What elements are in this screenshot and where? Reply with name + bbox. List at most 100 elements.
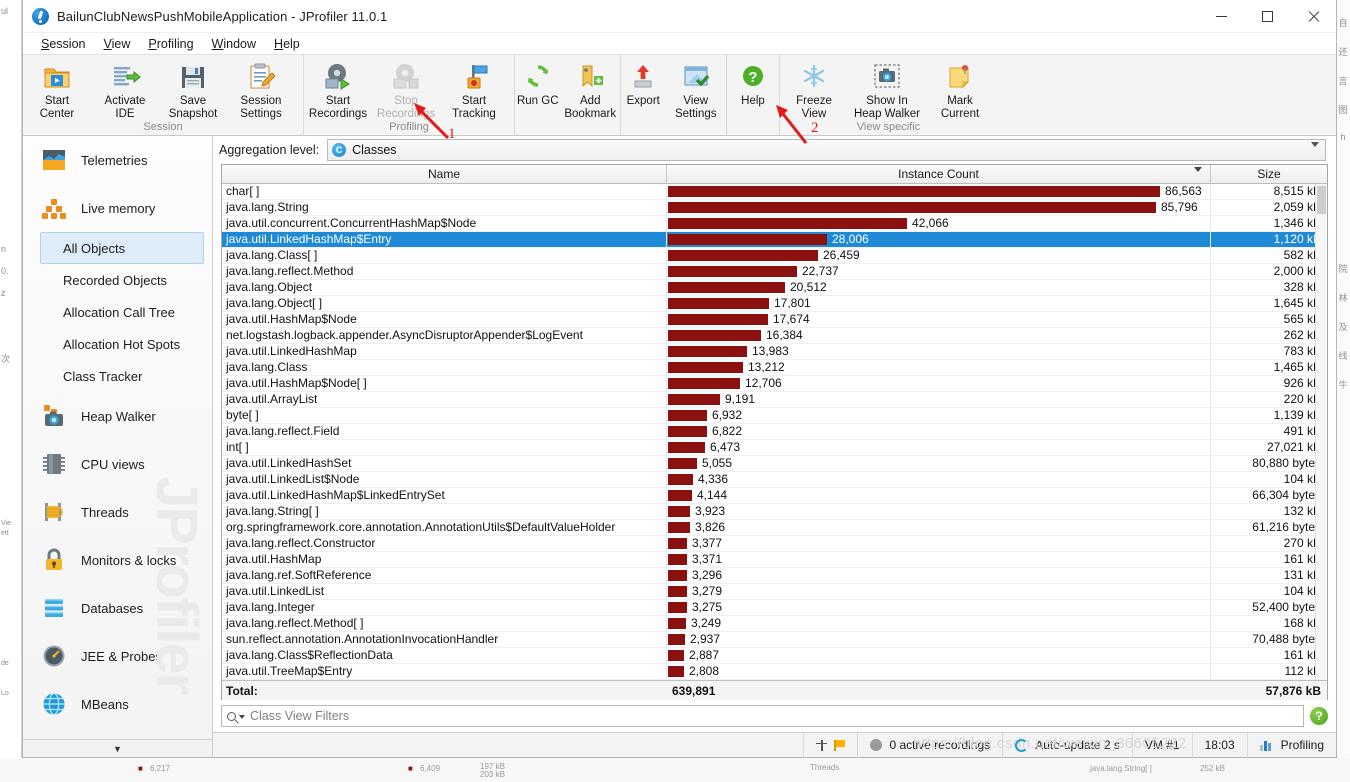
table-row[interactable]: java.util.ArrayList 9,191 220 kB (222, 392, 1327, 408)
scrollbar-thumb[interactable] (1317, 186, 1326, 214)
cell-size: 783 kB (1283, 344, 1321, 358)
table-row[interactable]: java.lang.Class 13,212 1,465 kB (222, 360, 1327, 376)
instance-count-value: 12,706 (745, 376, 782, 390)
close-button[interactable] (1290, 0, 1336, 33)
table-body[interactable]: char[ ] 86,563 8,515 kB java.lang.String 85,… (222, 184, 1327, 680)
table-row[interactable]: java.lang.Object[ ] 17,801 1,645 kB (222, 296, 1327, 312)
table-vertical-scrollbar[interactable] (1315, 184, 1327, 680)
save-snapshot-label-2: Snapshot (168, 107, 218, 120)
minimize-button[interactable] (1198, 0, 1244, 33)
sidebar-item-label: Allocation Hot Spots (63, 336, 181, 352)
table-row[interactable]: java.lang.String 85,796 2,059 kB (222, 200, 1327, 216)
table-row[interactable]: net.logstash.logback.appender.AsyncDisru… (222, 328, 1327, 344)
table-row[interactable]: java.util.LinkedHashMap 13,983 783 kB (222, 344, 1327, 360)
sidebar-item-mbeans[interactable]: MBeans (23, 680, 212, 728)
table-row[interactable]: java.util.LinkedHashMap$Entry 28,006 1,120… (222, 232, 1327, 248)
table-row[interactable]: java.util.concurrent.ConcurrentHashMap$N… (222, 216, 1327, 232)
instance-count-bar (668, 458, 697, 469)
stop-recordings-label-1: Stop (394, 95, 418, 107)
export-button[interactable]: Export (621, 55, 665, 135)
table-row[interactable]: java.lang.Class[ ] 26,459 582 kB (222, 248, 1327, 264)
table-row[interactable]: java.util.HashMap$Node[ ] 12,706 926 kB (222, 376, 1327, 392)
table-row[interactable]: java.lang.reflect.Method[ ] 3,249 168 kB (222, 616, 1327, 632)
status-auto-update[interactable]: Auto-update 2 s (1002, 732, 1132, 758)
table-row[interactable]: char[ ] 86,563 8,515 kB (222, 184, 1327, 200)
sidebar-item-databases[interactable]: Databases (23, 584, 212, 632)
instance-count-bar (668, 410, 707, 421)
instance-count-value: 6,932 (712, 408, 743, 422)
table-row[interactable]: sun.reflect.annotation.AnnotationInvocat… (222, 632, 1327, 648)
table-row[interactable]: java.lang.Class$ReflectionData 2,887 161 k… (222, 648, 1327, 664)
sidebar-item-allocation-call-tree[interactable]: Allocation Call Tree (23, 296, 212, 328)
cell-class-name: java.lang.Class$ReflectionData (222, 648, 667, 663)
aggregation-level-value: Classes (352, 143, 397, 157)
cell-size: 582 kB (1283, 248, 1321, 262)
sidebar-item-allocation-hot-spots[interactable]: Allocation Hot Spots (23, 328, 212, 360)
menu-item-profiling[interactable]: Profiling (140, 35, 201, 53)
instance-count-bar (668, 650, 684, 661)
sidebar-item-recorded-objects[interactable]: Recorded Objects (23, 264, 212, 296)
aggregation-level-select[interactable]: C Classes (327, 139, 1326, 161)
sidebar-scroll-down-button[interactable]: ▼ (23, 739, 212, 757)
table-row[interactable]: java.util.HashMap$Node 17,674 565 kB (222, 312, 1327, 328)
instance-count-value: 28,006 (832, 232, 869, 246)
chevron-down-icon[interactable] (239, 715, 245, 719)
instance-count-bar (668, 522, 690, 533)
sidebar-item-heap-walker[interactable]: Heap Walker (23, 392, 212, 440)
sidebar-item-class-tracker[interactable]: Class Tracker (23, 360, 212, 392)
table-row[interactable]: java.lang.ref.SoftReference 3,296 131 kB (222, 568, 1327, 584)
menu-item-help[interactable]: Help (266, 35, 308, 53)
sidebar-item-live-memory[interactable]: Live memory (23, 184, 212, 232)
table-row[interactable]: java.util.HashMap 3,371 161 kB (222, 552, 1327, 568)
search-icon (227, 711, 236, 721)
table-row[interactable]: int[ ] 6,473 27,021 kB (222, 440, 1327, 456)
status-bar: https://blog.csdn.net/weixin_36605222 0 … (213, 732, 1336, 758)
view-settings-button[interactable]: View Settings (665, 55, 726, 135)
cell-instance-count: 17,674 (667, 312, 1211, 327)
flag-icon[interactable] (834, 739, 846, 751)
sidebar-item-telemetries[interactable]: Telemetries (23, 136, 212, 184)
column-header-name[interactable]: Name (222, 165, 667, 184)
run-gc-label: Run GC (516, 95, 559, 107)
filter-help-button[interactable]: ? (1310, 707, 1328, 725)
sidebar-item-cpu-views[interactable]: CPU views (23, 440, 212, 488)
cell-instance-count: 86,563 (667, 184, 1211, 199)
instance-count-value: 9,191 (725, 392, 756, 406)
help-button[interactable]: ? Help (727, 55, 779, 135)
table-row[interactable]: java.util.LinkedHashMap$LinkedEntrySet 4,… (222, 488, 1327, 504)
status-active-recordings[interactable]: 0 active recordings (857, 732, 1002, 758)
table-row[interactable]: java.lang.Object 20,512 328 kB (222, 280, 1327, 296)
maximize-button[interactable] (1244, 0, 1290, 33)
cell-class-name: java.lang.reflect.Constructor (222, 536, 667, 551)
add-bookmark-button[interactable]: Add Bookmark (561, 55, 621, 135)
table-row[interactable]: java.util.LinkedHashSet 5,055 80,880 bytes (222, 456, 1327, 472)
table-row[interactable]: java.lang.reflect.Field 6,822 491 kB (222, 424, 1327, 440)
table-row[interactable]: java.util.TreeMap$Entry 2,808 112 kB (222, 664, 1327, 680)
sidebar-item-monitors-locks[interactable]: Monitors & locks (23, 536, 212, 584)
table-row[interactable]: org.springframework.core.annotation.Anno… (222, 520, 1327, 536)
sidebar-item-threads[interactable]: Threads (23, 488, 212, 536)
table-row[interactable]: byte[ ] 6,932 1,139 kB (222, 408, 1327, 424)
table-row[interactable]: java.lang.Integer 3,275 52,400 bytes (222, 600, 1327, 616)
title-bar: BailunClubNewsPushMobileApplication - JP… (23, 0, 1336, 33)
table-row[interactable]: java.lang.String[ ] 3,923 132 kB (222, 504, 1327, 520)
sidebar-item-jee-probes[interactable]: JEE & Probes (23, 632, 212, 680)
menu-item-view[interactable]: View (95, 35, 138, 53)
instance-count-bar (668, 202, 1156, 213)
class-view-filter-input[interactable]: Class View Filters (221, 705, 1304, 727)
instance-count-bar (668, 570, 687, 581)
column-header-size[interactable]: Size (1211, 165, 1327, 184)
bookmark-marker-icon[interactable] (816, 739, 828, 751)
cell-class-name: java.util.LinkedList$Node (222, 472, 667, 487)
cell-class-name: java.lang.reflect.Method (222, 264, 667, 279)
table-row[interactable]: java.util.LinkedList 3,279 104 kB (222, 584, 1327, 600)
table-row[interactable]: java.util.LinkedList$Node 4,336 104 kB (222, 472, 1327, 488)
menu-bar: SSessionession View Profiling Window Hel… (23, 33, 1336, 54)
table-row[interactable]: java.lang.reflect.Constructor 3,377 270 kB (222, 536, 1327, 552)
column-header-instance-count[interactable]: Instance Count (667, 165, 1211, 186)
table-row[interactable]: java.lang.reflect.Method 22,737 2,000 kB (222, 264, 1327, 280)
menu-item-window[interactable]: Window (204, 35, 264, 53)
sidebar-item-all-objects[interactable]: All Objects (40, 232, 204, 264)
menu-item-session[interactable]: SSessionession (33, 35, 93, 53)
run-gc-button[interactable]: Run GC (515, 55, 561, 135)
